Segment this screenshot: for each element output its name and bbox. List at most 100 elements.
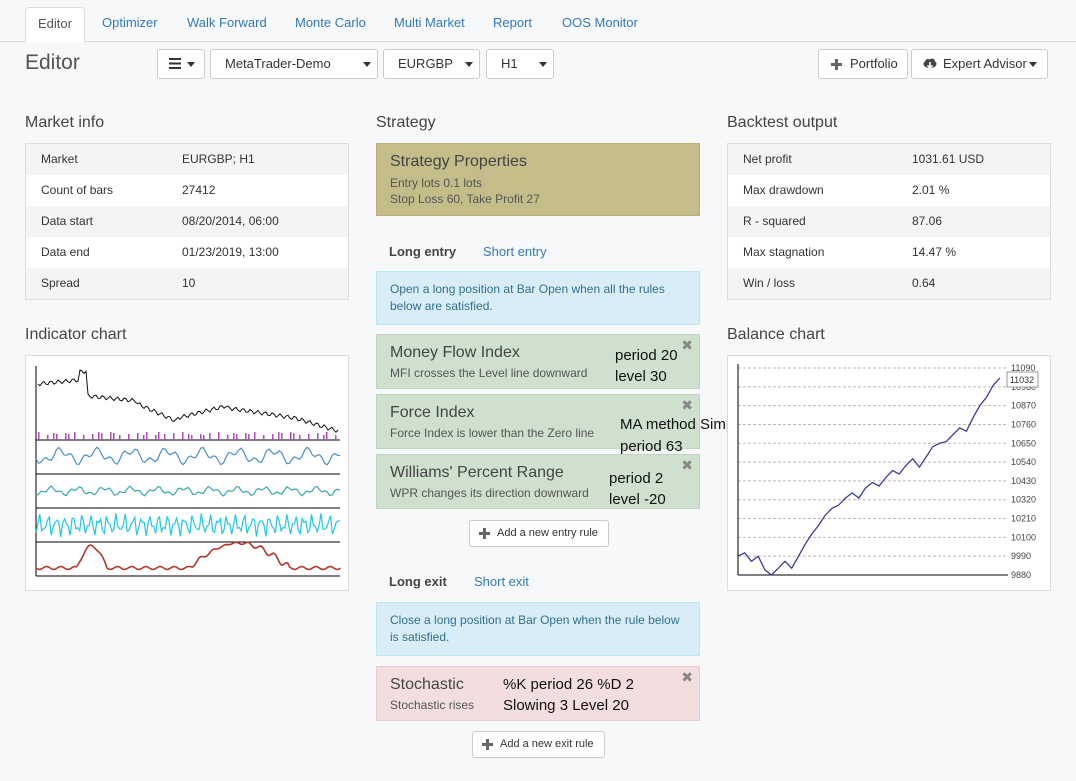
volume-bar — [236, 434, 238, 440]
row-key: Market — [41, 152, 78, 166]
table-row: Win / loss 0.64 — [728, 268, 1050, 299]
volume-bar — [299, 435, 301, 440]
volume-bar — [233, 433, 235, 440]
add-entry-rule-button[interactable]: Add a new entry rule — [469, 520, 609, 547]
row-value: 2.01 % — [912, 183, 950, 197]
table-row: Max drawdown 2.01 % — [728, 175, 1050, 206]
table-row: Count of bars 27412 — [26, 175, 348, 206]
plus-icon — [482, 739, 493, 750]
volume-bar — [38, 432, 40, 440]
rule-description: WPR changes its direction downward — [390, 486, 589, 500]
volume-bar — [65, 433, 67, 440]
tab-monte-carlo[interactable]: Monte Carlo — [283, 7, 378, 42]
close-icon[interactable]: ✖ — [681, 337, 693, 354]
tab-oos-monitor[interactable]: OOS Monitor — [550, 7, 650, 42]
tab-optimizer[interactable]: Optimizer — [90, 7, 170, 42]
add-exit-rule-button[interactable]: Add a new exit rule — [472, 731, 605, 758]
y-tick-label: 10870 — [1011, 401, 1036, 411]
volume-bar — [83, 435, 85, 440]
volume-bar — [278, 432, 280, 440]
chevron-down-icon — [363, 62, 371, 67]
tab-multi-market[interactable]: Multi Market — [382, 7, 477, 42]
strategy-properties-panel[interactable]: Strategy Properties Entry lots 0.1 lots … — [376, 143, 700, 216]
volume-bar — [158, 432, 160, 440]
main-tabbar: Editor Optimizer Walk Forward Monte Carl… — [0, 0, 1076, 43]
row-key: R - squared — [743, 214, 806, 228]
tab-long-entry[interactable]: Long entry — [389, 244, 456, 259]
volume-bar — [188, 434, 190, 440]
row-key: Data start — [41, 214, 94, 228]
close-icon[interactable]: ✖ — [681, 397, 693, 414]
row-key: Spread — [41, 276, 80, 290]
rule-title: Force Index — [390, 404, 475, 421]
y-tick-label: 10430 — [1011, 476, 1036, 486]
plus-icon — [479, 528, 490, 539]
y-tick-label: 10320 — [1011, 495, 1036, 505]
volume-bar — [56, 434, 58, 440]
y-tick-label: 9990 — [1011, 551, 1031, 561]
volume-bar — [254, 432, 256, 440]
close-icon[interactable]: ✖ — [681, 457, 693, 474]
volume-bar — [68, 434, 70, 440]
volume-bar — [245, 433, 247, 440]
volume-bar — [119, 435, 121, 440]
exit-info-box: Close a long position at Bar Open when t… — [376, 602, 700, 656]
y-tick-label: 10650 — [1011, 438, 1036, 448]
volume-bar — [227, 435, 229, 440]
period-select[interactable]: H1 — [486, 49, 554, 79]
backtest-output-table: Net profit 1031.61 USD Max drawdown 2.01 %… — [727, 143, 1051, 300]
y-tick-label: 10210 — [1011, 514, 1036, 524]
tab-short-exit[interactable]: Short exit — [474, 574, 529, 589]
wpr-param-period: period 2 — [609, 470, 664, 487]
page-title: Editor — [25, 51, 80, 74]
rule-title: Stochastic — [390, 676, 464, 693]
wpr-param-level: level -20 — [609, 491, 666, 508]
volume-bar — [164, 434, 166, 440]
tab-editor[interactable]: Editor — [25, 7, 85, 43]
row-key: Data end — [41, 245, 90, 259]
row-value: 87.06 — [912, 214, 943, 228]
server-select[interactable]: MetaTrader-Demo — [210, 49, 378, 79]
volume-bar — [326, 432, 328, 440]
rule-description: MFI crosses the Level line downward — [390, 366, 588, 380]
portfolio-button[interactable]: Portfolio — [818, 49, 908, 79]
volume-bar — [290, 432, 292, 440]
symbol-select[interactable]: EURGBP — [383, 49, 480, 79]
volume-bar — [272, 434, 274, 440]
volume-bar — [92, 434, 94, 440]
table-row: Data start 08/20/2014, 06:00 — [26, 206, 348, 237]
expert-advisor-button[interactable]: Expert Advisor — [911, 49, 1048, 79]
volume-bar — [209, 433, 211, 440]
strategy-properties-lots: Entry lots 0.1 lots — [390, 176, 483, 190]
row-value: 27412 — [182, 183, 216, 197]
add-exit-rule-label: Add a new exit rule — [500, 738, 594, 750]
entry-info-box: Open a long position at Bar Open when al… — [376, 271, 700, 325]
volume-bar — [191, 435, 193, 440]
row-key: Max drawdown — [743, 183, 824, 197]
volume-bar — [293, 433, 295, 440]
y-tick-label: 10540 — [1011, 457, 1036, 467]
volume-bar — [308, 434, 310, 440]
row-value: 1031.61 USD — [912, 152, 985, 166]
tab-walk-forward[interactable]: Walk Forward — [175, 7, 279, 42]
hamburger-icon — [169, 58, 181, 69]
close-icon[interactable]: ✖ — [681, 669, 693, 686]
y-tick-label: 10760 — [1011, 419, 1036, 429]
stochastic-param-k-d: %K period 26 %D 2 — [503, 676, 634, 693]
tab-long-exit[interactable]: Long exit — [389, 574, 447, 589]
row-key: Count of bars — [41, 183, 114, 197]
tab-short-entry[interactable]: Short entry — [483, 244, 547, 259]
portfolio-button-label: Portfolio — [850, 56, 898, 71]
volume-bar — [53, 433, 55, 440]
volume-bar — [128, 434, 130, 440]
tab-report[interactable]: Report — [481, 7, 544, 42]
row-key: Max stagnation — [743, 245, 825, 259]
force-param-period: period 63 — [620, 438, 683, 455]
stochastic-param-slowing-level: Slowing 3 Level 20 — [503, 697, 629, 714]
strategy-title: Strategy — [376, 114, 436, 131]
indicator-chart-canvas — [35, 366, 341, 577]
table-row: Data end 01/23/2019, 13:00 — [26, 237, 348, 268]
volume-bar — [146, 432, 148, 440]
menu-button[interactable] — [157, 49, 205, 79]
volume-bar — [281, 433, 283, 440]
